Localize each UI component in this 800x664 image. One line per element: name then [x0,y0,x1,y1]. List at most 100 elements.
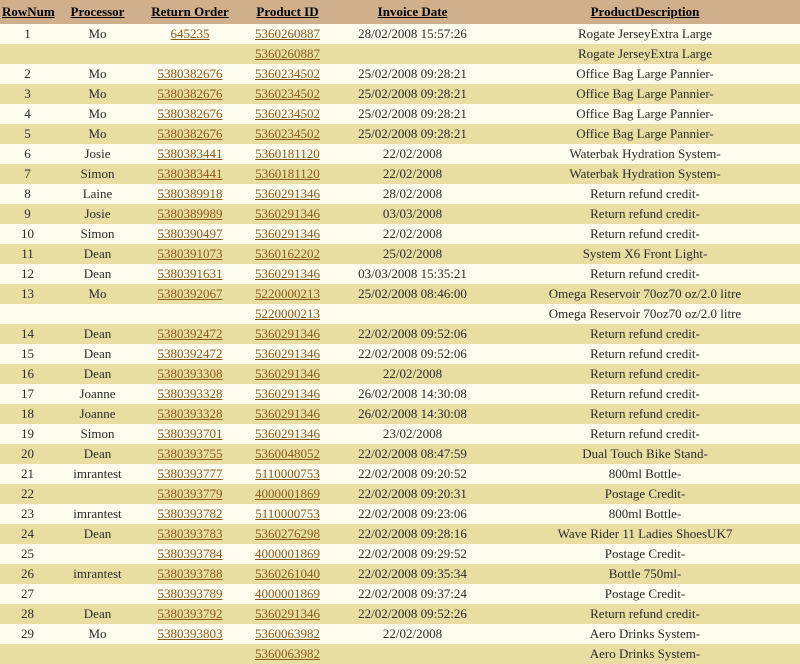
return-order-link[interactable]: 5380392067 [158,286,223,301]
cell-product-id: 5360291346 [240,344,335,364]
product-id-link[interactable]: 5360291346 [255,366,320,381]
return-order-link[interactable]: 5380383441 [158,166,223,181]
return-order-link[interactable]: 5380393308 [158,366,223,381]
table-row: 20Dean5380393755536004805222/02/2008 08:… [0,444,800,464]
table-row: 28Dean5380393792536029134622/02/2008 09:… [0,604,800,624]
product-id-link[interactable]: 5360291346 [255,326,320,341]
return-order-link[interactable]: 5380382676 [158,106,223,121]
table-row: 14Dean5380392472536029134622/02/2008 09:… [0,324,800,344]
product-id-link[interactable]: 5360291346 [255,386,320,401]
return-order-link[interactable]: 5380393792 [158,606,223,621]
product-id-link[interactable]: 5360260887 [255,46,320,61]
product-id-link[interactable]: 5360291346 [255,186,320,201]
table-row: 11Dean5380391073536016220225/02/2008Syst… [0,244,800,264]
cell-product-description: Rogate JerseyExtra Large [490,24,800,44]
product-id-link[interactable]: 5220000213 [255,286,320,301]
col-header-product-description[interactable]: ProductDescription [490,0,800,24]
cell-rownum: 14 [0,324,55,344]
product-id-link[interactable]: 5360063982 [255,626,320,641]
cell-product-description: Postage Credit- [490,544,800,564]
return-order-link[interactable]: 5380392472 [158,346,223,361]
table-row: 19Simon5380393701536029134623/02/2008Ret… [0,424,800,444]
return-order-link[interactable]: 5380393328 [158,406,223,421]
return-order-link[interactable]: 5380389989 [158,206,223,221]
cell-invoice-date: 22/02/2008 [335,624,490,644]
return-order-link[interactable]: 5380393779 [158,486,223,501]
cell-product-id: 5220000213 [240,304,335,324]
col-header-return-order[interactable]: Return Order [140,0,240,24]
cell-rownum: 19 [0,424,55,444]
product-id-link[interactable]: 5360276298 [255,526,320,541]
return-order-link[interactable]: 5380390497 [158,226,223,241]
product-id-link[interactable]: 5360234502 [255,66,320,81]
return-order-link[interactable]: 5380391073 [158,246,223,261]
product-id-link[interactable]: 5360181120 [255,146,320,161]
product-id-link[interactable]: 5360260887 [255,26,320,41]
return-order-link[interactable]: 5380393328 [158,386,223,401]
product-id-link[interactable]: 5360291346 [255,346,320,361]
return-order-link[interactable]: 5380382676 [158,66,223,81]
table-row: 3Mo5380382676536023450225/02/2008 09:28:… [0,84,800,104]
product-id-link[interactable]: 5360048052 [255,446,320,461]
product-id-link[interactable]: 4000001869 [255,586,320,601]
cell-invoice-date: 25/02/2008 09:28:21 [335,104,490,124]
cell-return-order: 5380393803 [140,624,240,644]
product-id-link[interactable]: 5360234502 [255,86,320,101]
product-id-link[interactable]: 5360291346 [255,266,320,281]
return-order-link[interactable]: 5380393789 [158,586,223,601]
return-order-link[interactable]: 5380382676 [158,86,223,101]
cell-return-order [140,304,240,324]
product-id-link[interactable]: 4000001869 [255,486,320,501]
return-order-link[interactable]: 5380393803 [158,626,223,641]
product-id-link[interactable]: 5220000213 [255,306,320,321]
return-order-link[interactable]: 5380393701 [158,426,223,441]
product-id-link[interactable]: 5360291346 [255,406,320,421]
product-id-link[interactable]: 5360234502 [255,106,320,121]
cell-return-order: 5380382676 [140,84,240,104]
product-id-link[interactable]: 5360181120 [255,166,320,181]
table-row: 8Laine5380389918536029134628/02/2008Retu… [0,184,800,204]
return-order-link[interactable]: 5380393788 [158,566,223,581]
return-order-link[interactable]: 5380391631 [158,266,223,281]
product-id-link[interactable]: 5360261040 [255,566,320,581]
product-id-link[interactable]: 5360234502 [255,126,320,141]
cell-product-id: 5360063982 [240,624,335,644]
return-order-link[interactable]: 5380393755 [158,446,223,461]
return-order-link[interactable]: 5380393783 [158,526,223,541]
col-header-invoice-date[interactable]: Invoice Date [335,0,490,24]
product-id-link[interactable]: 5360291346 [255,426,320,441]
cell-rownum: 8 [0,184,55,204]
cell-return-order: 5380393328 [140,384,240,404]
return-order-link[interactable]: 645235 [171,26,210,41]
cell-return-order: 5380392472 [140,324,240,344]
product-id-link[interactable]: 5360291346 [255,606,320,621]
return-order-link[interactable]: 5380383441 [158,146,223,161]
cell-rownum: 21 [0,464,55,484]
cell-invoice-date: 22/02/2008 09:20:52 [335,464,490,484]
product-id-link[interactable]: 5360291346 [255,206,320,221]
cell-product-description: System X6 Front Light- [490,244,800,264]
return-order-link[interactable]: 5380393777 [158,466,223,481]
cell-product-id: 4000001869 [240,484,335,504]
product-id-link[interactable]: 4000001869 [255,546,320,561]
cell-processor: Mo [55,104,140,124]
product-id-link[interactable]: 5110000753 [255,506,320,521]
cell-invoice-date: 22/02/2008 09:52:06 [335,324,490,344]
product-id-link[interactable]: 5360291346 [255,226,320,241]
return-order-link[interactable]: 5380393782 [158,506,223,521]
return-order-link[interactable]: 5380382676 [158,126,223,141]
cell-product-description: Return refund credit- [490,264,800,284]
cell-product-description: Office Bag Large Pannier- [490,104,800,124]
return-order-link[interactable]: 5380389918 [158,186,223,201]
col-header-product-id[interactable]: Product ID [240,0,335,24]
col-header-processor[interactable]: Processor [55,0,140,24]
cell-product-id: 5360291346 [240,224,335,244]
product-id-link[interactable]: 5360063982 [255,646,320,661]
return-order-link[interactable]: 5380392472 [158,326,223,341]
col-header-rownum[interactable]: RowNum [0,0,55,24]
cell-rownum: 24 [0,524,55,544]
cell-processor: Mo [55,284,140,304]
product-id-link[interactable]: 5360162202 [255,246,320,261]
return-order-link[interactable]: 5380393784 [158,546,223,561]
product-id-link[interactable]: 5110000753 [255,466,320,481]
